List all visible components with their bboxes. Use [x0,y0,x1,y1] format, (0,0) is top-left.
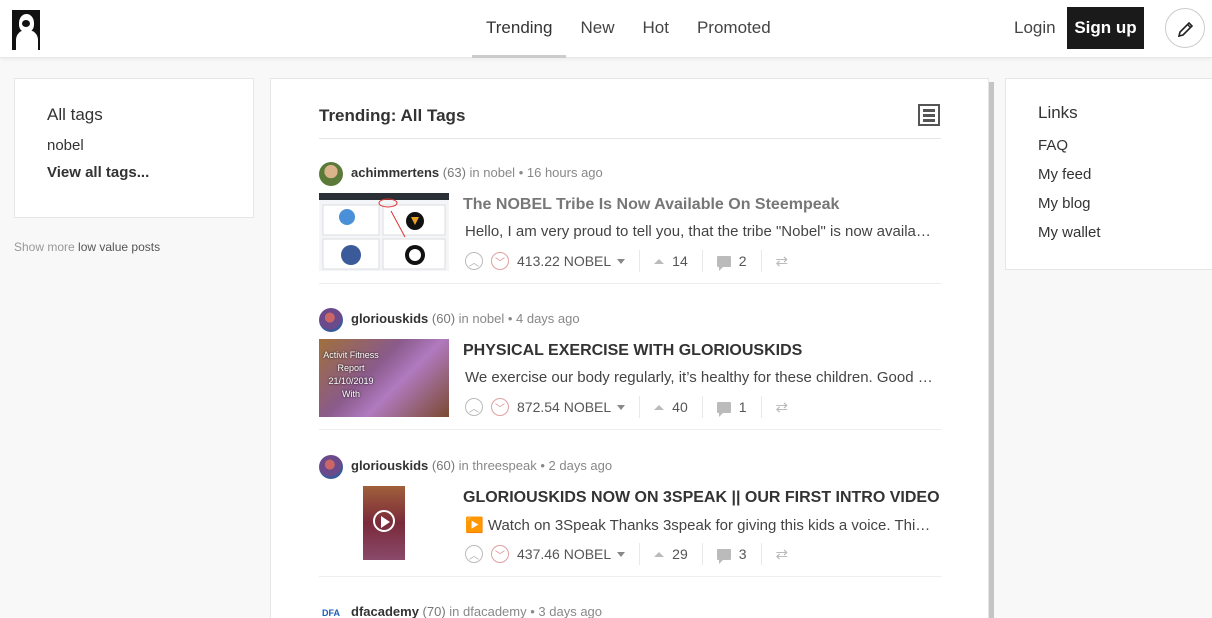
upvote-icon[interactable]: ︿ [465,545,483,563]
upvote-icon[interactable]: ︿ [465,252,483,270]
thumbnail-text: Activit Fitness Report 21/10/2019 With [323,350,379,399]
post-community[interactable]: in nobel [470,165,516,180]
reblog-icon[interactable]: ⇄ [776,545,789,563]
scrollbar[interactable] [989,82,994,618]
payout-value: 872.54 NOBEL [517,399,612,415]
comment-icon [716,401,731,417]
downvote-icon[interactable]: ﹀ [491,398,509,416]
comment-count[interactable]: 1 [739,399,747,415]
pencil-icon [1177,21,1194,38]
post-author[interactable]: achimmertens [351,165,439,180]
page-title: Trending: All Tags [319,106,466,125]
tags-title: All tags [47,105,103,124]
vote-count[interactable]: 14 [672,253,688,269]
post-meta: gloriouskids (60) in nobel • 4 days ago [319,307,580,332]
avatar[interactable] [319,454,343,479]
low-value-link[interactable]: low value posts [78,240,160,254]
vote-count[interactable]: 29 [672,546,688,562]
post-excerpt[interactable]: We exercise our body regularly, it’s hea… [465,369,937,386]
post-list-header: Trending: All Tags [319,103,941,139]
payout-value: 437.46 NOBEL [517,546,612,562]
comment-count[interactable]: 2 [739,253,747,269]
post-author[interactable]: gloriouskids [351,311,428,326]
link-my-feed[interactable]: My feed [1038,166,1187,183]
post-payout[interactable]: 437.46 NOBEL [517,546,626,562]
post-title[interactable]: The NOBEL Tribe Is Now Available On Stee… [463,196,941,214]
author-reputation: (60) [431,311,456,326]
post-author[interactable]: dfacademy [351,604,419,618]
link-my-blog[interactable]: My blog [1038,195,1187,212]
reblog-icon[interactable]: ⇄ [776,398,789,416]
signup-button[interactable]: Sign up [1067,7,1144,49]
post-thumbnail[interactable] [319,486,449,564]
link-my-wallet[interactable]: My wallet [1038,224,1187,241]
post-excerpt[interactable]: ▶️ Watch on 3Speak Thanks 3speak for giv… [465,516,937,534]
nav-hot[interactable]: Hot [628,0,682,58]
tag-nobel[interactable]: nobel [47,137,221,154]
post-actions: ︿ ﹀ 413.22 NOBEL 14 2 ⇄ [465,249,788,273]
view-all-tags-link[interactable]: View all tags... [47,164,221,181]
avatar[interactable] [319,307,343,332]
divider [319,429,941,430]
post-community[interactable]: in nobel [459,311,505,326]
post-payout[interactable]: 413.22 NOBEL [517,253,626,269]
divider [319,283,941,284]
post-meta: achimmertens (63) in nobel • 16 hours ag… [319,161,603,186]
post-actions: ︿ ﹀ 872.54 NOBEL 40 1 ⇄ [465,395,788,419]
avatar[interactable] [319,161,343,186]
post-list-panel: Trending: All Tags achimmertens (63) in … [270,78,989,618]
chevron-down-icon [617,404,626,410]
links-title: Links [1038,103,1078,122]
post-thumbnail[interactable] [319,193,449,271]
top-header: Trending New Hot Promoted Login Sign up [0,0,1212,58]
low-value-prefix: Show more [14,240,75,254]
post-meta: gloriouskids (60) in threespeak • 2 days… [319,454,613,479]
votes-icon [654,404,665,410]
author-reputation: (63) [442,165,466,180]
post-community[interactable]: in dfacademy [449,604,526,618]
post-payout[interactable]: 872.54 NOBEL [517,399,626,415]
post-excerpt[interactable]: Hello, I am very proud to tell you, that… [465,223,937,240]
vote-count[interactable]: 40 [672,399,688,415]
nav-trending[interactable]: Trending [472,0,567,58]
divider [319,576,941,577]
post-time: • 4 days ago [507,311,580,326]
login-link[interactable]: Login [1006,0,1064,58]
nav-promoted[interactable]: Promoted [683,0,785,58]
links-panel: Links FAQ My feed My blog My wallet [1005,78,1212,270]
post-time: • 2 days ago [540,458,613,473]
post-actions: ︿ ﹀ 437.46 NOBEL 29 3 ⇄ [465,542,788,566]
link-faq[interactable]: FAQ [1038,137,1187,154]
post-time: • 3 days ago [530,604,603,618]
nav-new[interactable]: New [566,0,628,58]
post-title[interactable]: GLORIOUSKIDS NOW ON 3SPEAK || OUR FIRST … [463,489,941,507]
post-meta: DFA dfacademy (70) in dfacademy • 3 days … [319,600,602,618]
post-time: • 16 hours ago [518,165,603,180]
avatar[interactable]: DFA [319,600,343,618]
chevron-down-icon [617,258,626,264]
post-author[interactable]: gloriouskids [351,458,428,473]
payout-value: 413.22 NOBEL [517,253,612,269]
main-nav: Trending New Hot Promoted [472,0,785,58]
comment-icon [716,255,731,271]
post-community[interactable]: in threespeak [459,458,537,473]
downvote-icon[interactable]: ﹀ [491,545,509,563]
low-value-toggle[interactable]: Show more low value posts [14,240,160,254]
reblog-icon[interactable]: ⇄ [776,252,789,270]
post-thumbnail[interactable]: Activit Fitness Report 21/10/2019 With [319,339,449,417]
tags-panel: All tags nobel View all tags... [14,78,254,218]
votes-icon [654,551,665,557]
comment-count[interactable]: 3 [739,546,747,562]
nobel-logo-icon[interactable] [12,10,40,50]
post-title[interactable]: PHYSICAL EXERCISE WITH GLORIOUSKIDS [463,342,941,360]
create-post-button[interactable] [1165,8,1205,48]
votes-icon [654,258,665,264]
upvote-icon[interactable]: ︿ [465,398,483,416]
downvote-icon[interactable]: ﹀ [491,252,509,270]
author-reputation: (60) [431,458,456,473]
list-view-icon[interactable] [918,104,940,126]
author-reputation: (70) [422,604,446,618]
comment-icon [716,548,731,564]
chevron-down-icon [617,551,626,557]
